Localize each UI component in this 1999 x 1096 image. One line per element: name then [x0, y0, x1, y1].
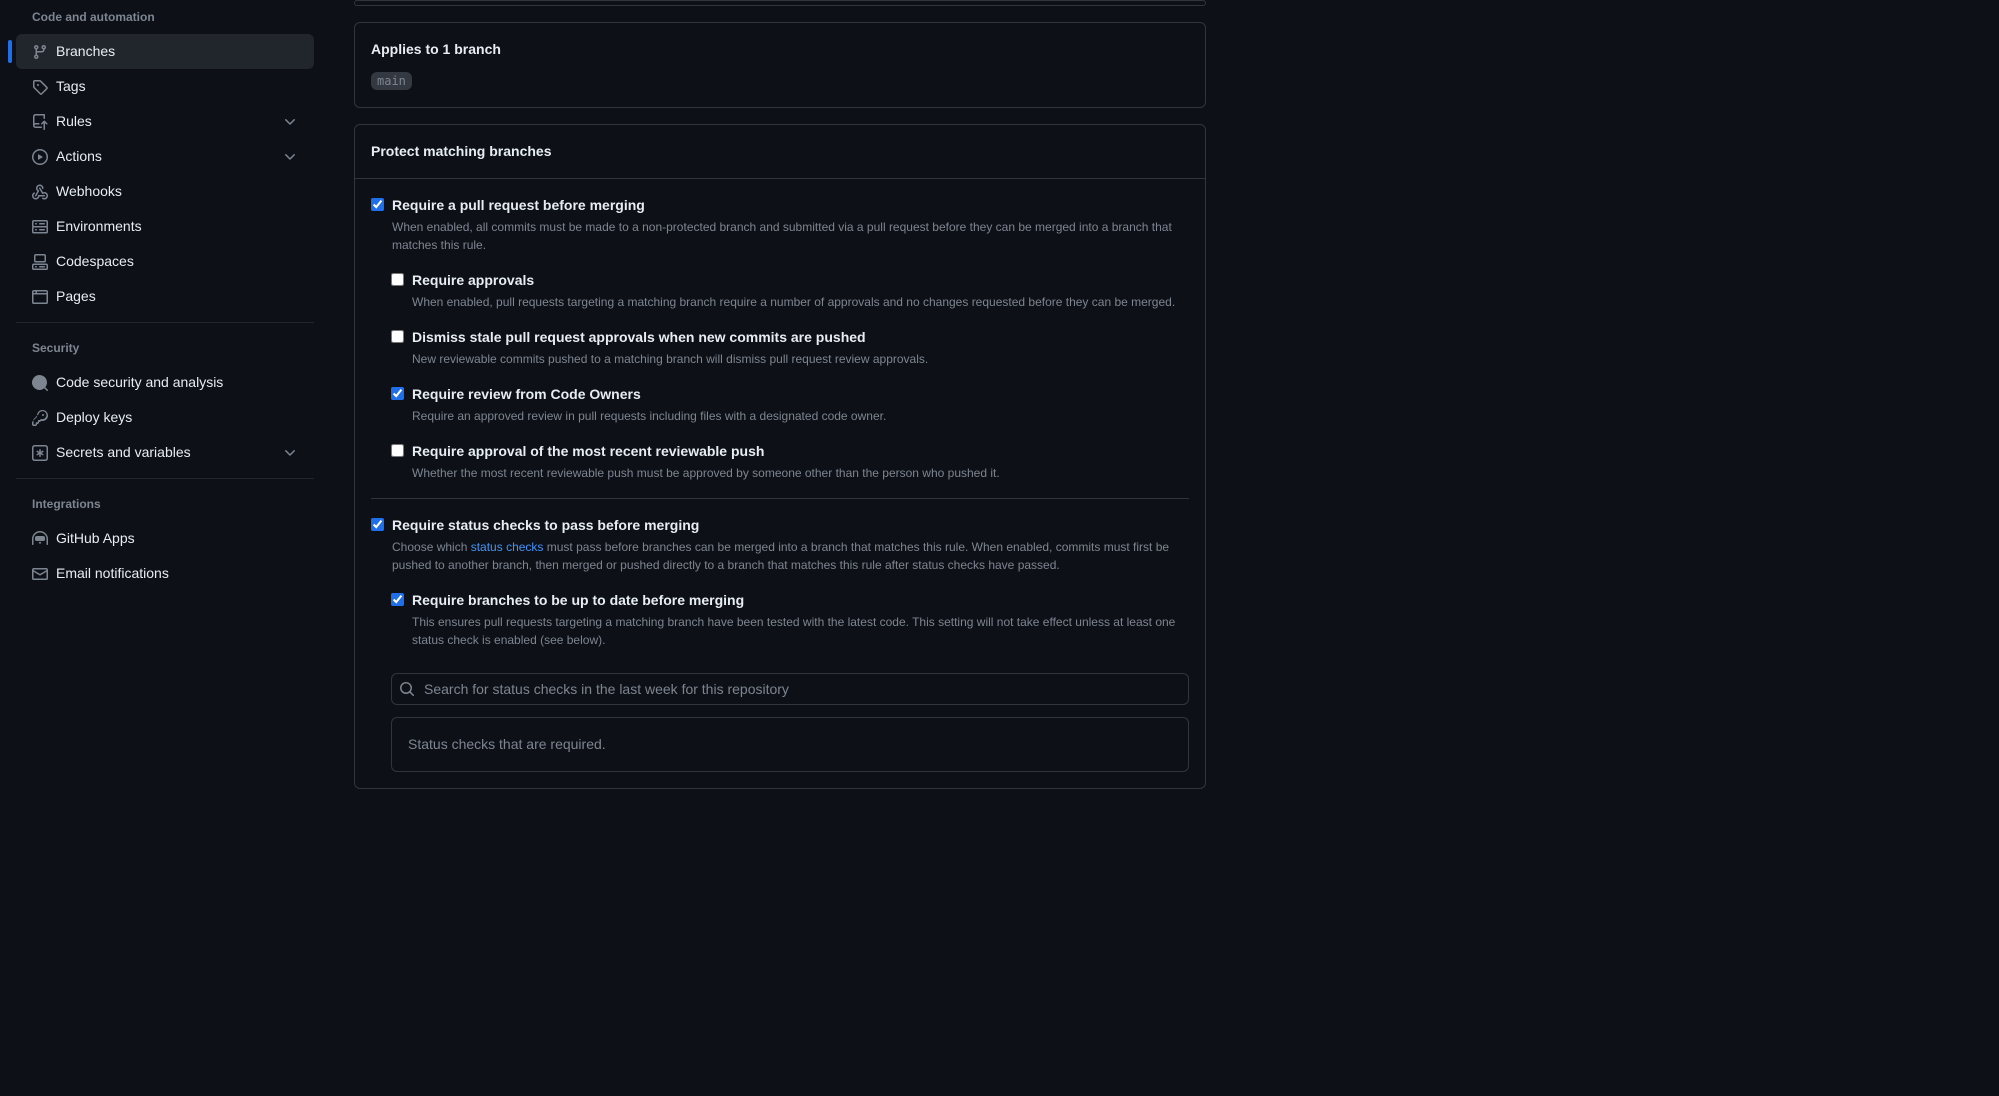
key-asterisk-icon — [32, 445, 48, 461]
rule-require-uptodate: Require branches to be up to date before… — [391, 590, 1189, 665]
rule-desc: Require an approved review in pull reque… — [412, 407, 1189, 425]
mail-icon — [32, 566, 48, 582]
tag-icon — [32, 79, 48, 95]
status-checks-link[interactable]: status checks — [471, 540, 544, 554]
rule-title: Dismiss stale pull request approvals whe… — [412, 327, 1189, 348]
play-icon — [32, 149, 48, 165]
checkbox-require-status[interactable] — [371, 518, 384, 531]
sidebar-item-label: Environments — [56, 216, 142, 237]
sidebar-heading-security: Security — [16, 331, 314, 365]
sidebar-item-label: Branches — [56, 41, 115, 62]
sidebar-divider — [16, 478, 314, 479]
rule-require-approvals: Require approvals When enabled, pull req… — [391, 270, 1189, 327]
input-top-border — [354, 0, 1206, 6]
sidebar-item-label: Email notifications — [56, 563, 169, 584]
hubot-icon — [32, 531, 48, 547]
rule-require-codeowners: Require review from Code Owners Require … — [391, 384, 1189, 441]
git-branch-icon — [32, 44, 48, 60]
sidebar-item-label: Actions — [56, 146, 102, 167]
checkbox-require-approvals[interactable] — [391, 273, 404, 286]
rule-desc: This ensures pull requests targeting a m… — [412, 613, 1189, 649]
status-search-box — [391, 673, 1189, 705]
codespaces-icon — [32, 254, 48, 270]
checkbox-dismiss-stale[interactable] — [391, 330, 404, 343]
rule-title: Require approval of the most recent revi… — [412, 441, 1189, 462]
protect-card: Protect matching branches Require a pull… — [354, 124, 1206, 789]
sidebar-item-label: Tags — [56, 76, 86, 97]
rule-title: Require approvals — [412, 270, 1189, 291]
rule-desc: When enabled, all commits must be made t… — [392, 218, 1189, 254]
sidebar-item-label: Pages — [56, 286, 96, 307]
sidebar-item-code-security[interactable]: Code security and analysis — [16, 365, 314, 400]
sidebar-heading-integrations: Integrations — [16, 487, 314, 521]
rule-require-status: Require status checks to pass before mer… — [371, 515, 1189, 590]
rule-desc: Whether the most recent reviewable push … — [412, 464, 1189, 482]
webhook-icon — [32, 184, 48, 200]
sidebar-item-deploy-keys[interactable]: Deploy keys — [16, 400, 314, 435]
sidebar-item-actions[interactable]: Actions — [16, 139, 314, 174]
rule-desc: Choose which status checks must pass bef… — [392, 538, 1189, 574]
status-checks-required: Status checks that are required. — [391, 717, 1189, 772]
checkbox-require-recent-push[interactable] — [391, 444, 404, 457]
applies-title: Applies to 1 branch — [371, 39, 1189, 64]
sidebar-item-label: Rules — [56, 111, 92, 132]
chevron-down-icon — [282, 445, 298, 461]
server-icon — [32, 219, 48, 235]
browser-icon — [32, 289, 48, 305]
sidebar-item-rules[interactable]: Rules — [16, 104, 314, 139]
sidebar-item-environments[interactable]: Environments — [16, 209, 314, 244]
sidebar-item-github-apps[interactable]: GitHub Apps — [16, 521, 314, 556]
sidebar-item-webhooks[interactable]: Webhooks — [16, 174, 314, 209]
repo-push-icon — [32, 114, 48, 130]
checkbox-require-uptodate[interactable] — [391, 593, 404, 606]
rule-title: Require status checks to pass before mer… — [392, 515, 1189, 536]
key-icon — [32, 410, 48, 426]
search-icon — [399, 681, 415, 697]
rule-title: Require branches to be up to date before… — [412, 590, 1189, 611]
rule-require-recent-push: Require approval of the most recent revi… — [391, 441, 1189, 498]
protect-header: Protect matching branches — [355, 125, 1205, 179]
codescan-icon — [32, 375, 48, 391]
sidebar-item-branches[interactable]: Branches — [16, 34, 314, 69]
rule-desc: New reviewable commits pushed to a match… — [412, 350, 1189, 368]
sidebar-item-tags[interactable]: Tags — [16, 69, 314, 104]
rule-dismiss-stale: Dismiss stale pull request approvals whe… — [391, 327, 1189, 384]
applies-card: Applies to 1 branch main — [354, 22, 1206, 108]
sidebar-item-secrets-variables[interactable]: Secrets and variables — [16, 435, 314, 470]
checkbox-require-pr[interactable] — [371, 198, 384, 211]
sidebar-item-label: Code security and analysis — [56, 372, 223, 393]
sidebar-item-label: GitHub Apps — [56, 528, 135, 549]
rule-title: Require review from Code Owners — [412, 384, 1189, 405]
branch-pill: main — [371, 72, 412, 90]
checkbox-require-codeowners[interactable] — [391, 387, 404, 400]
chevron-down-icon — [282, 114, 298, 130]
rule-require-pr: Require a pull request before merging Wh… — [371, 195, 1189, 270]
sidebar-item-codespaces[interactable]: Codespaces — [16, 244, 314, 279]
chevron-down-icon — [282, 149, 298, 165]
sidebar-divider — [16, 322, 314, 323]
sidebar-item-label: Deploy keys — [56, 407, 132, 428]
sidebar-item-email-notifications[interactable]: Email notifications — [16, 556, 314, 591]
sidebar-item-label: Webhooks — [56, 181, 122, 202]
sidebar-item-label: Codespaces — [56, 251, 134, 272]
rule-title: Require a pull request before merging — [392, 195, 1189, 216]
sidebar-item-pages[interactable]: Pages — [16, 279, 314, 314]
rule-desc: When enabled, pull requests targeting a … — [412, 293, 1189, 311]
status-search-input[interactable] — [391, 673, 1189, 705]
sidebar-heading-code-automation: Code and automation — [16, 0, 314, 34]
sidebar-item-label: Secrets and variables — [56, 442, 191, 463]
